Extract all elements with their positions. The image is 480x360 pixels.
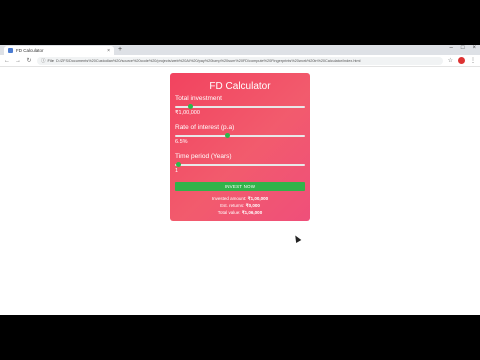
invested-amount-value: ₹1,00,000	[247, 196, 269, 201]
minimize-button[interactable]: –	[450, 45, 453, 51]
slider-thumb[interactable]	[188, 104, 194, 109]
reload-icon[interactable]: ↻	[26, 57, 32, 64]
tab-bar: FD Calculator × + – □ ×	[0, 45, 480, 55]
url-text[interactable]: D:/ZFS/Documents%20Custodian%20/source%2…	[56, 59, 361, 63]
summary: Invested amount: ₹1,00,000 Est. returns:…	[175, 195, 305, 216]
favicon-icon	[8, 48, 13, 53]
mouse-cursor-icon	[292, 233, 302, 244]
omnibox-label: File	[47, 58, 54, 63]
est-returns-label: Est. returns:	[220, 203, 245, 208]
time-period-label: Time period (Years)	[175, 153, 232, 160]
browser-toolbar: ← → ↻ ⓘ File D:/ZFS/Documents%20Custodia…	[0, 55, 480, 67]
browser-tab[interactable]: FD Calculator ×	[4, 46, 114, 55]
slider-track	[175, 163, 305, 166]
menu-icon[interactable]: ⋮	[470, 57, 476, 64]
browser-window: FD Calculator × + – □ × ← → ↻ ⓘ File D:/…	[0, 45, 480, 315]
invested-amount-row: Invested amount: ₹1,00,000	[175, 195, 305, 202]
new-tab-button[interactable]: +	[118, 46, 122, 53]
extension-icon[interactable]	[458, 57, 465, 64]
tab-close-icon[interactable]: ×	[107, 48, 110, 54]
interest-rate-slider[interactable]	[175, 133, 305, 138]
slider-track	[175, 105, 305, 108]
total-value-label: Total value:	[217, 210, 241, 215]
est-returns-row: Est. returns: ₹0,000	[175, 202, 305, 209]
time-period-slider[interactable]	[175, 162, 305, 167]
window-controls: – □ ×	[450, 45, 476, 51]
invested-amount-label: Invested amount:	[211, 196, 247, 201]
address-bar[interactable]: ⓘ File D:/ZFS/Documents%20Custodian%20/s…	[37, 56, 443, 65]
fd-calculator-card: FD Calculator Total investment ₹1,00,000…	[170, 73, 310, 221]
tab-title: FD Calculator	[16, 48, 44, 53]
time-period-value: 1	[175, 168, 179, 174]
slider-thumb[interactable]	[176, 162, 182, 167]
forward-icon[interactable]: →	[15, 58, 21, 64]
investment-label: Total investment	[175, 95, 222, 102]
investment-slider[interactable]	[175, 104, 305, 109]
total-value-value: ₹1,06,000	[241, 210, 263, 215]
slider-thumb[interactable]	[224, 133, 230, 138]
back-icon[interactable]: ←	[4, 58, 10, 64]
slider-track	[175, 134, 305, 137]
interest-rate-value: 6.5%	[175, 139, 188, 145]
maximize-button[interactable]: □	[461, 45, 465, 51]
close-window-button[interactable]: ×	[472, 45, 476, 51]
est-returns-value: ₹0,000	[245, 203, 260, 208]
total-value-row: Total value: ₹1,06,000	[175, 209, 305, 216]
invest-now-button[interactable]: INVEST NOW	[175, 182, 305, 191]
star-icon[interactable]: ☆	[448, 57, 453, 64]
investment-value: ₹1,00,000	[175, 110, 200, 116]
calculator-title: FD Calculator	[209, 81, 271, 92]
interest-rate-label: Rate of interest (p.a)	[175, 124, 235, 131]
info-icon[interactable]: ⓘ	[41, 58, 46, 64]
